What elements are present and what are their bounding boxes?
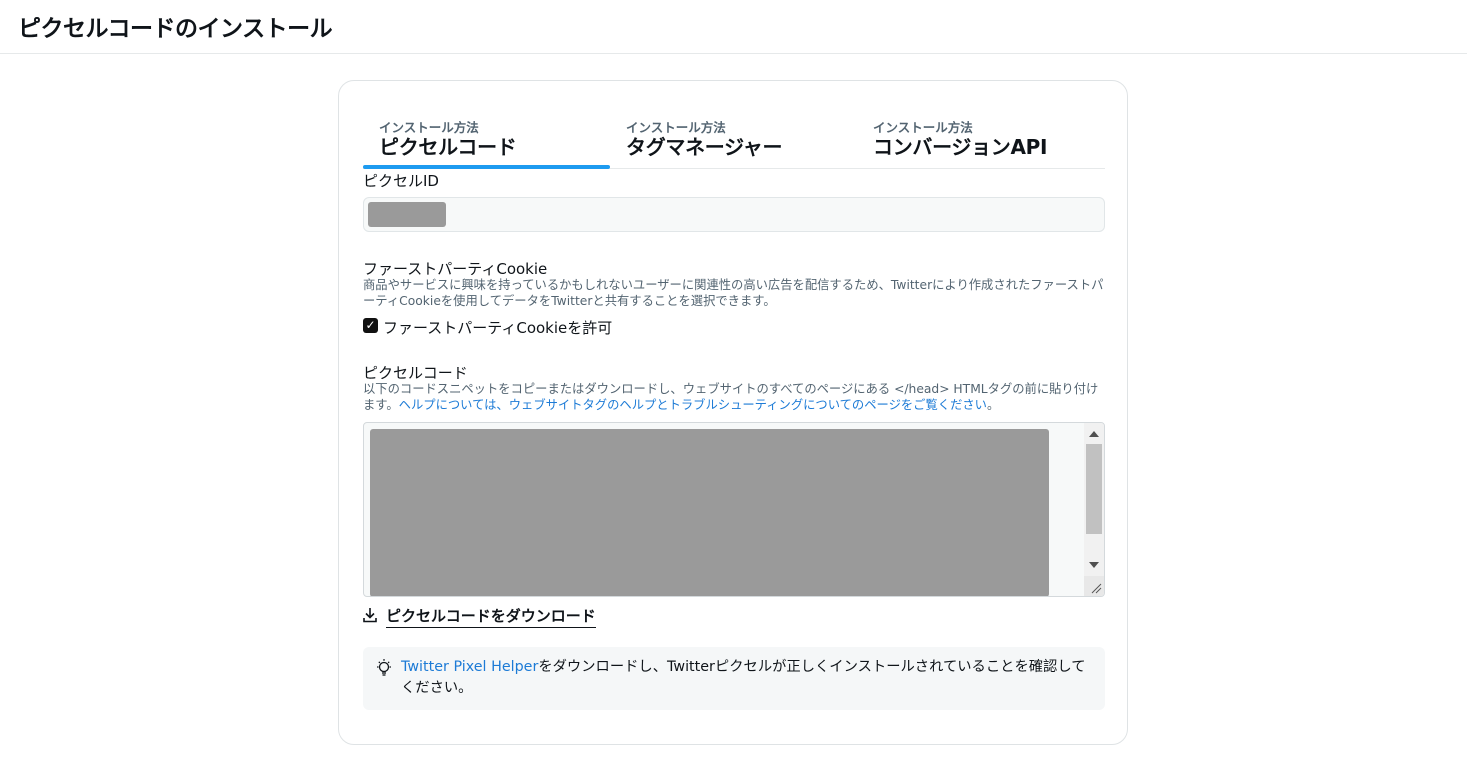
info-text: Twitter Pixel Helperをダウンロードし、Twitterピクセル… [401,657,1091,699]
tab-conversion-api[interactable]: インストール方法 コンバージョンAPI [857,115,1105,168]
tab-tag-manager[interactable]: インストール方法 タグマネージャー [610,115,857,168]
tab-pixel-code[interactable]: インストール方法 ピクセルコード [363,115,610,169]
tab-label: コンバージョンAPI [873,135,1048,159]
page-title: ピクセルコードのインストール [18,16,333,42]
first-party-cookie-checkbox[interactable]: ✓ [363,318,378,333]
pixel-id-field[interactable] [363,197,1105,232]
scroll-thumb[interactable] [1086,444,1102,534]
pixel-helper-info: Twitter Pixel Helperをダウンロードし、Twitterピクセル… [363,647,1105,710]
first-party-cookie-description: 商品やサービスに興味を持っているかもしれないユーザーに関連性の高い広告を配信する… [363,278,1104,308]
redacted-pixel-code [370,429,1049,596]
first-party-cookie-checkbox-label: ファーストパーティCookieを許可 [383,319,613,337]
tab-label: タグマネージャー [626,135,783,159]
pixel-code-textarea[interactable] [363,422,1105,597]
first-party-cookie-label: ファーストパーティCookie [363,260,548,278]
description-end: 。 [986,398,1000,412]
download-icon [363,608,377,623]
help-link[interactable]: ヘルプについては、ウェブサイトタグのヘルプとトラブルシューティングについてのペー… [399,398,987,412]
install-method-tabs: インストール方法 ピクセルコード インストール方法 タグマネージャー インストー… [363,115,1105,169]
pixel-code-description: 以下のコードスニペットをコピーまたはダウンロードし、ウェブサイトのすべてのページ… [363,381,1105,413]
code-scrollbar[interactable] [1084,423,1104,596]
redacted-pixel-id [368,202,446,227]
download-label: ピクセルコードをダウンロード [386,605,596,628]
install-card: インストール方法 ピクセルコード インストール方法 タグマネージャー インストー… [338,80,1128,745]
lightbulb-icon [377,659,391,676]
pixel-code-label: ピクセルコード [363,364,468,382]
pixel-helper-link[interactable]: Twitter Pixel Helper [401,659,538,675]
scroll-up-icon[interactable] [1089,431,1099,437]
tab-label: ピクセルコード [379,135,517,159]
scroll-down-icon[interactable] [1089,562,1099,568]
top-bar: ピクセルコードのインストール [0,0,1467,54]
resize-handle-icon[interactable] [1084,576,1104,596]
pixel-id-label: ピクセルID [363,172,439,190]
